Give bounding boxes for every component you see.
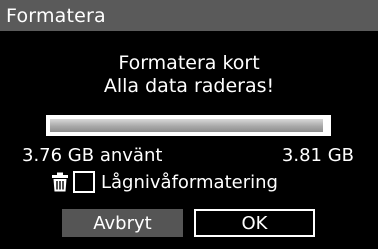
storage-usage-bar	[46, 115, 331, 136]
dialog-warning: Alla data raderas!	[103, 75, 275, 97]
low-level-format-option[interactable]: Lågnivåformatering	[51, 168, 278, 196]
low-level-format-checkbox[interactable]	[73, 171, 95, 193]
low-level-format-label: Lågnivåformatering	[101, 171, 278, 193]
storage-usage-fill	[50, 119, 324, 132]
dialog-heading: Formatera kort	[118, 52, 260, 74]
title-bar: Formatera	[0, 0, 378, 31]
used-space-label: 3.76 GB använt	[22, 145, 163, 166]
storage-size-row: 3.76 GB använt 3.81 GB	[22, 145, 354, 167]
trash-icon	[52, 172, 68, 192]
dialog-message: Formatera kort Alla data raderas!	[0, 52, 378, 98]
page-title: Formatera	[6, 4, 106, 27]
total-space-label: 3.81 GB	[281, 145, 354, 166]
cancel-button[interactable]: Avbryt	[62, 209, 183, 237]
ok-button[interactable]: OK	[194, 209, 315, 237]
